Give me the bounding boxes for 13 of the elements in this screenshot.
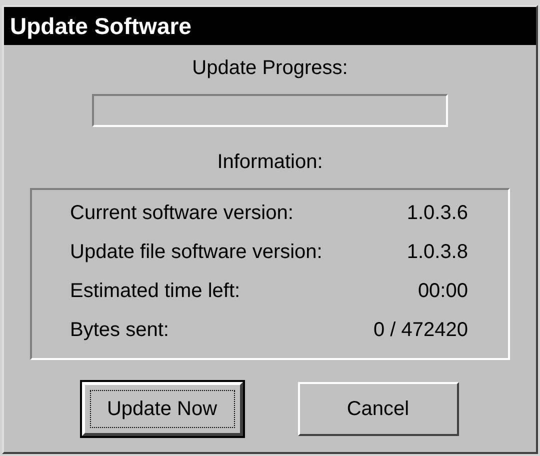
info-label: Estimated time left: — [70, 279, 242, 304]
info-value: 00:00 — [416, 279, 468, 304]
info-label: Bytes sent: — [70, 318, 170, 343]
cancel-button[interactable]: Cancel — [298, 382, 458, 436]
info-value: 0 / 472420 — [373, 318, 468, 343]
info-label: Current software version: — [70, 201, 294, 226]
info-value: 1.0.3.6 — [406, 201, 468, 226]
update-now-button[interactable]: Update Now — [82, 382, 242, 436]
info-label: Update file software version: — [70, 240, 324, 265]
info-value: 1.0.3.8 — [406, 240, 468, 265]
progress-label: Update Progress: — [192, 57, 348, 80]
window-title: Update Software — [4, 7, 536, 45]
information-label: Information: — [217, 151, 323, 174]
